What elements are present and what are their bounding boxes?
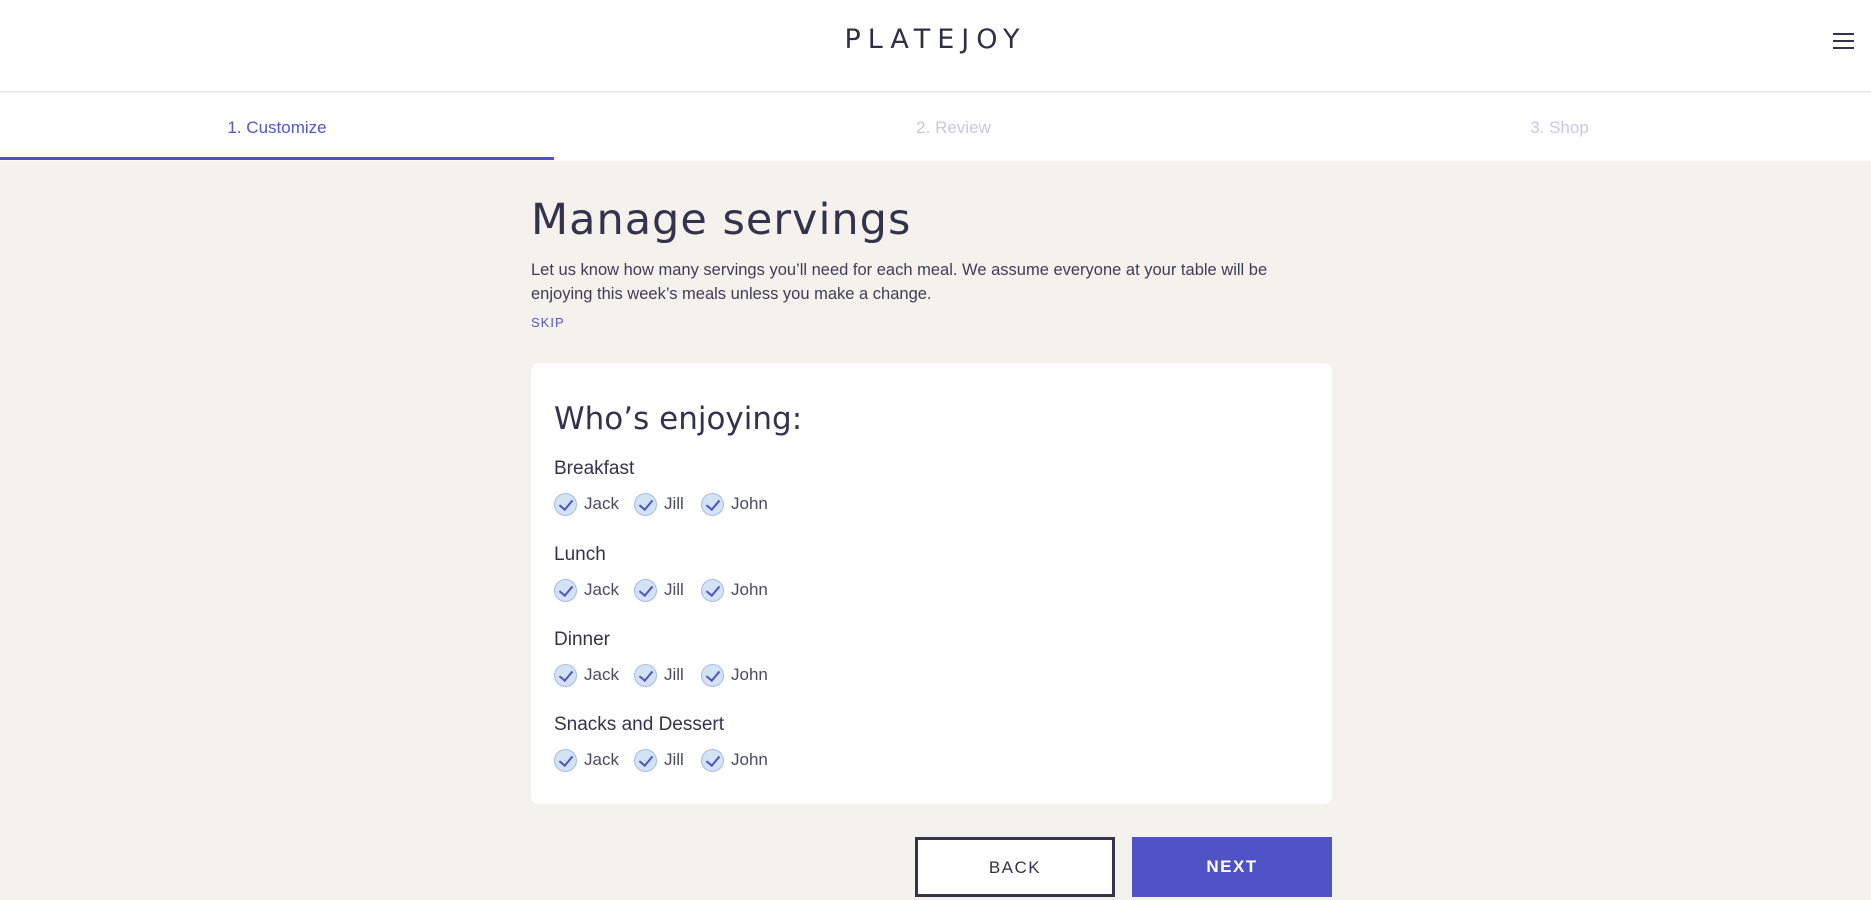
- progress-steps: 1. Customize 2. Review 3. Shop: [0, 93, 1871, 161]
- checkmark-icon[interactable]: [554, 578, 577, 602]
- checkmark-icon[interactable]: [554, 663, 577, 687]
- checkmark-icon[interactable]: [634, 663, 657, 687]
- checkmark-icon[interactable]: [701, 578, 724, 602]
- active-step-indicator: [0, 157, 554, 160]
- step-customize[interactable]: 1. Customize: [0, 93, 554, 161]
- servings-card: Who’s enjoying: Breakfast Jack Jill John…: [531, 363, 1332, 804]
- person-name: Jack: [584, 665, 619, 684]
- person-name: Jack: [584, 750, 619, 769]
- person-checkbox-jill[interactable]: Jill: [634, 663, 684, 687]
- person-checkbox-jill[interactable]: Jill: [634, 492, 684, 516]
- person-checkbox-jack[interactable]: Jack: [554, 578, 619, 602]
- checkmark-icon[interactable]: [701, 663, 724, 687]
- card-title: Who’s enjoying:: [554, 401, 803, 437]
- platejoy-logo[interactable]: PLATEJOY: [0, 24, 1871, 55]
- person-checkbox-jack[interactable]: Jack: [554, 748, 619, 772]
- person-checkbox-jill[interactable]: Jill: [634, 748, 684, 772]
- meal-label: Lunch: [554, 544, 606, 565]
- skip-link[interactable]: SKIP: [531, 315, 565, 330]
- meal-label: Snacks and Dessert: [554, 714, 725, 735]
- page-description: Let us know how many servings you’ll nee…: [531, 261, 1268, 303]
- top-header: PLATEJOY: [0, 0, 1871, 92]
- checkmark-icon[interactable]: [701, 748, 724, 772]
- step-review[interactable]: 2. Review: [554, 93, 1353, 161]
- person-name: John: [731, 750, 768, 769]
- hamburger-menu-icon[interactable]: [1829, 28, 1857, 54]
- person-name: Jill: [664, 494, 684, 513]
- person-checkbox-john[interactable]: John: [701, 492, 768, 516]
- person-name: Jack: [584, 580, 619, 599]
- checkmark-icon[interactable]: [634, 578, 657, 602]
- person-name: Jill: [664, 665, 684, 684]
- person-name: Jill: [664, 750, 684, 769]
- step-shop[interactable]: 3. Shop: [1353, 93, 1766, 161]
- person-checkbox-john[interactable]: John: [701, 663, 768, 687]
- person-checkbox-jack[interactable]: Jack: [554, 492, 619, 516]
- person-checkbox-john[interactable]: John: [701, 748, 768, 772]
- checkmark-icon[interactable]: [554, 748, 577, 772]
- checkmark-icon[interactable]: [554, 492, 577, 516]
- person-name: John: [731, 580, 768, 599]
- person-checkbox-john[interactable]: John: [701, 578, 768, 602]
- back-button[interactable]: BACK: [915, 837, 1115, 897]
- person-name: John: [731, 665, 768, 684]
- meal-label: Dinner: [554, 629, 610, 650]
- checkmark-icon[interactable]: [634, 748, 657, 772]
- person-checkbox-jack[interactable]: Jack: [554, 663, 619, 687]
- checkmark-icon[interactable]: [701, 492, 724, 516]
- next-button[interactable]: NEXT: [1132, 837, 1332, 897]
- person-name: Jack: [584, 494, 619, 513]
- person-name: Jill: [664, 580, 684, 599]
- person-name: John: [731, 494, 768, 513]
- page-title: Manage servings: [531, 195, 912, 245]
- checkmark-icon[interactable]: [634, 492, 657, 516]
- person-checkbox-jill[interactable]: Jill: [634, 578, 684, 602]
- meal-label: Breakfast: [554, 458, 635, 479]
